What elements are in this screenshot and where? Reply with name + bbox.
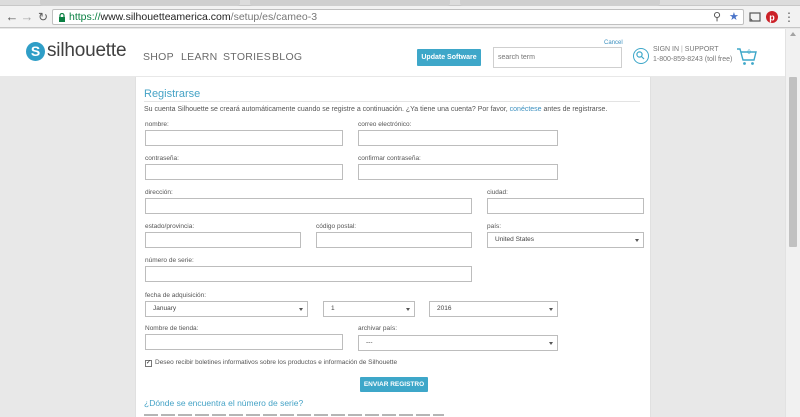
- nav-stories[interactable]: STORIES: [223, 51, 271, 63]
- country-select[interactable]: United States: [487, 232, 644, 248]
- svg-text:p: p: [769, 13, 775, 23]
- site-header: S silhouette SHOP LEARN STORIES BLOG Upd…: [0, 29, 785, 76]
- bookmark-star-icon[interactable]: ★: [729, 11, 739, 24]
- url-text: https://www.silhouetteamerica.com/setup/…: [69, 11, 318, 23]
- city-label: ciudad:: [487, 189, 508, 196]
- nav-shop[interactable]: SHOP: [143, 51, 174, 63]
- support-link[interactable]: SUPPORT: [685, 46, 719, 53]
- purchase-date-label: fecha de adquisición:: [145, 292, 207, 299]
- sign-in-link[interactable]: SIGN IN: [653, 46, 679, 53]
- logo-text[interactable]: silhouette: [47, 40, 127, 62]
- postal-label: código postal:: [316, 223, 357, 230]
- reload-icon[interactable]: ↻: [35, 9, 51, 25]
- page-scrollbar[interactable]: [785, 29, 800, 417]
- newsletter-label: Deseo recibir boletines informativos sob…: [155, 359, 398, 366]
- pinterest-icon[interactable]: p: [765, 10, 779, 24]
- address-bar[interactable]: https://www.silhouetteamerica.com/setup/…: [52, 9, 744, 25]
- serial-label: número de serie:: [145, 257, 194, 264]
- phone-number: 1-800-859-8243 (toll free): [653, 56, 733, 63]
- nav-blog[interactable]: BLOG: [272, 51, 302, 63]
- chevron-down-icon: [549, 308, 553, 311]
- scroll-up-icon[interactable]: [790, 32, 796, 36]
- update-software-button[interactable]: Update Software: [417, 49, 481, 66]
- chevron-down-icon: [549, 342, 553, 345]
- lock-icon: [59, 13, 65, 22]
- forward-icon[interactable]: →: [19, 9, 35, 25]
- scroll-thumb[interactable]: [789, 77, 797, 247]
- country-label: país:: [487, 223, 502, 230]
- archive-country-label: archivar país:: [358, 325, 398, 332]
- menu-icon[interactable]: ⋮: [781, 9, 797, 25]
- city-field[interactable]: [487, 198, 644, 214]
- cart-count: 0: [747, 50, 751, 56]
- account-links: SIGN IN | SUPPORT: [653, 46, 719, 53]
- state-field[interactable]: [145, 232, 301, 248]
- name-field[interactable]: [145, 130, 343, 146]
- nav-learn[interactable]: LEARN: [181, 51, 218, 63]
- login-link[interactable]: conéctese: [510, 106, 542, 113]
- name-label: nombre:: [145, 121, 169, 128]
- chevron-down-icon: [406, 308, 410, 311]
- address-label: dirección:: [145, 189, 173, 196]
- chevron-down-icon: [299, 308, 303, 311]
- state-label: estado/provincia:: [145, 223, 195, 230]
- cart-icon[interactable]: 0: [736, 45, 758, 67]
- browser-toolbar: ← → ↻ https://www.silhouetteamerica.com/…: [0, 6, 800, 28]
- form-title: Registrarse: [144, 88, 201, 100]
- year-select[interactable]: 2016: [429, 301, 558, 317]
- logo-icon[interactable]: S: [26, 42, 45, 61]
- chevron-down-icon: [635, 239, 639, 242]
- store-field[interactable]: [145, 334, 343, 350]
- cancel-link[interactable]: Cancel: [604, 40, 623, 46]
- divider: [144, 101, 640, 102]
- password-field[interactable]: [145, 164, 343, 180]
- confirm-password-label: confirmar contraseña:: [358, 155, 421, 162]
- search-input[interactable]: [493, 47, 622, 68]
- password-label: contraseña:: [145, 155, 179, 162]
- serial-field[interactable]: [145, 266, 472, 282]
- intro-text: Su cuenta Silhouette se creará automátic…: [144, 106, 608, 113]
- month-select[interactable]: January: [145, 301, 308, 317]
- email-field[interactable]: [358, 130, 558, 146]
- archive-country-select[interactable]: ---: [358, 335, 558, 351]
- day-select[interactable]: 1: [323, 301, 415, 317]
- where-serial-link[interactable]: ¿Dónde se encuentra el número de serie?: [144, 398, 303, 408]
- email-label: correo electrónico:: [358, 121, 412, 128]
- search-icon[interactable]: [633, 48, 649, 64]
- newsletter-checkbox[interactable]: ✓: [145, 360, 152, 367]
- submit-registration-button[interactable]: ENVIAR REGISTRO: [360, 377, 428, 392]
- cropped-text: [144, 412, 444, 417]
- address-field[interactable]: [145, 198, 472, 214]
- store-label: Nombre de tienda:: [145, 325, 199, 332]
- zoom-icon[interactable]: ⚲: [713, 11, 721, 24]
- confirm-password-field[interactable]: [358, 164, 558, 180]
- postal-field[interactable]: [316, 232, 472, 248]
- cast-icon[interactable]: [748, 10, 762, 24]
- back-icon[interactable]: ←: [4, 9, 20, 25]
